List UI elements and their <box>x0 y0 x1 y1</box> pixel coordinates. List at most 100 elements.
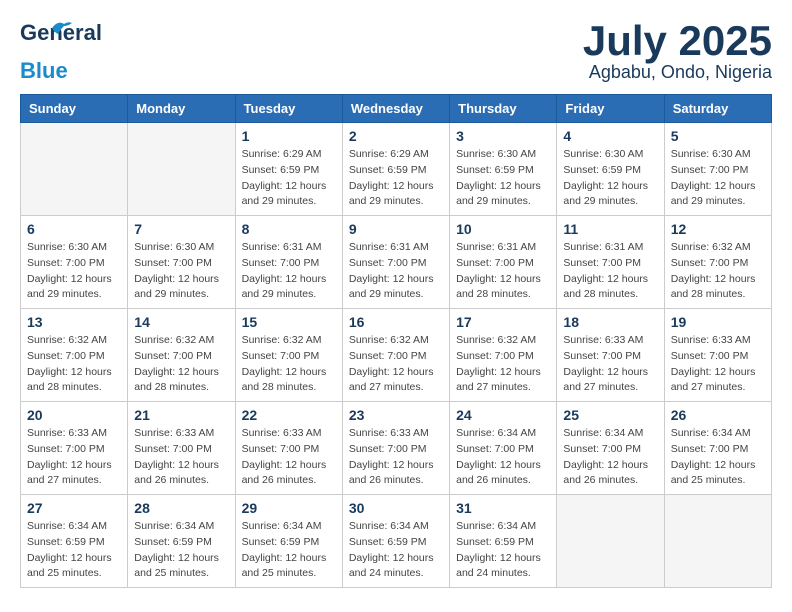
calendar-day: 20 Sunrise: 6:33 AM Sunset: 7:00 PM Dayli… <box>21 402 128 495</box>
day-info: Sunrise: 6:34 AM Sunset: 7:00 PM Dayligh… <box>456 426 550 489</box>
day-number: 16 <box>349 314 443 330</box>
page-header: General Blue July 2025 Agbabu, Ondo, Nig… <box>20 20 772 84</box>
calendar-day: 24 Sunrise: 6:34 AM Sunset: 7:00 PM Dayli… <box>450 402 557 495</box>
calendar-day: 21 Sunrise: 6:33 AM Sunset: 7:00 PM Dayli… <box>128 402 235 495</box>
day-number: 13 <box>27 314 121 330</box>
calendar-day: 6 Sunrise: 6:30 AM Sunset: 7:00 PM Daylig… <box>21 216 128 309</box>
weekday-header-row: SundayMondayTuesdayWednesdayThursdayFrid… <box>21 95 772 123</box>
calendar-day: 23 Sunrise: 6:33 AM Sunset: 7:00 PM Dayli… <box>342 402 449 495</box>
day-number: 20 <box>27 407 121 423</box>
calendar-day: 29 Sunrise: 6:34 AM Sunset: 6:59 PM Dayli… <box>235 495 342 588</box>
day-info: Sunrise: 6:33 AM Sunset: 7:00 PM Dayligh… <box>27 426 121 489</box>
week-row: 1Sunrise: 6:29 AM Sunset: 6:59 PM Daylig… <box>21 123 772 216</box>
day-info: Sunrise: 6:32 AM Sunset: 7:00 PM Dayligh… <box>27 333 121 396</box>
day-info: Sunrise: 6:34 AM Sunset: 7:00 PM Dayligh… <box>671 426 765 489</box>
weekday-header: Friday <box>557 95 664 123</box>
calendar-table: SundayMondayTuesdayWednesdayThursdayFrid… <box>20 94 772 588</box>
day-number: 29 <box>242 500 336 516</box>
day-info: Sunrise: 6:34 AM Sunset: 6:59 PM Dayligh… <box>134 519 228 582</box>
calendar-day: 27Sunrise: 6:34 AM Sunset: 6:59 PM Dayli… <box>21 495 128 588</box>
calendar-day: 15 Sunrise: 6:32 AM Sunset: 7:00 PM Dayli… <box>235 309 342 402</box>
calendar-day: 16 Sunrise: 6:32 AM Sunset: 7:00 PM Dayli… <box>342 309 449 402</box>
calendar-day: 31Sunrise: 6:34 AM Sunset: 6:59 PM Dayli… <box>450 495 557 588</box>
day-number: 6 <box>27 221 121 237</box>
logo: General Blue <box>20 20 68 84</box>
day-info: Sunrise: 6:30 AM Sunset: 7:00 PM Dayligh… <box>134 240 228 303</box>
weekday-header: Wednesday <box>342 95 449 123</box>
day-number: 4 <box>563 128 657 144</box>
day-number: 22 <box>242 407 336 423</box>
day-number: 14 <box>134 314 228 330</box>
calendar-day: 8Sunrise: 6:31 AM Sunset: 7:00 PM Daylig… <box>235 216 342 309</box>
day-info: Sunrise: 6:34 AM Sunset: 6:59 PM Dayligh… <box>27 519 121 582</box>
day-number: 5 <box>671 128 765 144</box>
week-row: 13 Sunrise: 6:32 AM Sunset: 7:00 PM Dayli… <box>21 309 772 402</box>
day-info: Sunrise: 6:32 AM Sunset: 7:00 PM Dayligh… <box>349 333 443 396</box>
calendar-day <box>128 123 235 216</box>
day-info: Sunrise: 6:30 AM Sunset: 6:59 PM Dayligh… <box>563 147 657 210</box>
day-number: 17 <box>456 314 550 330</box>
day-info: Sunrise: 6:32 AM Sunset: 7:00 PM Dayligh… <box>242 333 336 396</box>
weekday-header: Monday <box>128 95 235 123</box>
day-info: Sunrise: 6:30 AM Sunset: 7:00 PM Dayligh… <box>671 147 765 210</box>
day-info: Sunrise: 6:31 AM Sunset: 7:00 PM Dayligh… <box>242 240 336 303</box>
day-number: 10 <box>456 221 550 237</box>
day-number: 28 <box>134 500 228 516</box>
day-number: 7 <box>134 221 228 237</box>
day-info: Sunrise: 6:33 AM Sunset: 7:00 PM Dayligh… <box>242 426 336 489</box>
day-info: Sunrise: 6:34 AM Sunset: 7:00 PM Dayligh… <box>563 426 657 489</box>
logo-bird-icon <box>50 20 72 38</box>
day-number: 15 <box>242 314 336 330</box>
calendar-day: 26 Sunrise: 6:34 AM Sunset: 7:00 PM Dayli… <box>664 402 771 495</box>
location-subtitle: Agbabu, Ondo, Nigeria <box>583 62 772 83</box>
calendar-day: 13 Sunrise: 6:32 AM Sunset: 7:00 PM Dayli… <box>21 309 128 402</box>
calendar-day: 7 Sunrise: 6:30 AM Sunset: 7:00 PM Daylig… <box>128 216 235 309</box>
day-number: 18 <box>563 314 657 330</box>
day-number: 21 <box>134 407 228 423</box>
day-number: 26 <box>671 407 765 423</box>
calendar-day: 18 Sunrise: 6:33 AM Sunset: 7:00 PM Dayli… <box>557 309 664 402</box>
week-row: 27Sunrise: 6:34 AM Sunset: 6:59 PM Dayli… <box>21 495 772 588</box>
calendar-day: 4 Sunrise: 6:30 AM Sunset: 6:59 PM Daylig… <box>557 123 664 216</box>
day-number: 24 <box>456 407 550 423</box>
day-info: Sunrise: 6:29 AM Sunset: 6:59 PM Dayligh… <box>242 147 336 210</box>
day-info: Sunrise: 6:30 AM Sunset: 7:00 PM Dayligh… <box>27 240 121 303</box>
weekday-header: Tuesday <box>235 95 342 123</box>
day-number: 2 <box>349 128 443 144</box>
title-block: July 2025 Agbabu, Ondo, Nigeria <box>583 20 772 83</box>
month-title: July 2025 <box>583 20 772 62</box>
calendar-day: 25Sunrise: 6:34 AM Sunset: 7:00 PM Dayli… <box>557 402 664 495</box>
day-info: Sunrise: 6:29 AM Sunset: 6:59 PM Dayligh… <box>349 147 443 210</box>
week-row: 6 Sunrise: 6:30 AM Sunset: 7:00 PM Daylig… <box>21 216 772 309</box>
weekday-header: Saturday <box>664 95 771 123</box>
day-info: Sunrise: 6:34 AM Sunset: 6:59 PM Dayligh… <box>349 519 443 582</box>
calendar-day <box>557 495 664 588</box>
day-info: Sunrise: 6:31 AM Sunset: 7:00 PM Dayligh… <box>456 240 550 303</box>
calendar-day: 1Sunrise: 6:29 AM Sunset: 6:59 PM Daylig… <box>235 123 342 216</box>
calendar-day: 17Sunrise: 6:32 AM Sunset: 7:00 PM Dayli… <box>450 309 557 402</box>
day-info: Sunrise: 6:32 AM Sunset: 7:00 PM Dayligh… <box>671 240 765 303</box>
calendar-day: 2 Sunrise: 6:29 AM Sunset: 6:59 PM Daylig… <box>342 123 449 216</box>
day-info: Sunrise: 6:33 AM Sunset: 7:00 PM Dayligh… <box>563 333 657 396</box>
day-number: 23 <box>349 407 443 423</box>
day-info: Sunrise: 6:31 AM Sunset: 7:00 PM Dayligh… <box>563 240 657 303</box>
day-info: Sunrise: 6:33 AM Sunset: 7:00 PM Dayligh… <box>349 426 443 489</box>
day-info: Sunrise: 6:33 AM Sunset: 7:00 PM Dayligh… <box>134 426 228 489</box>
day-number: 3 <box>456 128 550 144</box>
day-number: 11 <box>563 221 657 237</box>
calendar-day: 11 Sunrise: 6:31 AM Sunset: 7:00 PM Dayli… <box>557 216 664 309</box>
weekday-header: Thursday <box>450 95 557 123</box>
day-info: Sunrise: 6:30 AM Sunset: 6:59 PM Dayligh… <box>456 147 550 210</box>
weekday-header: Sunday <box>21 95 128 123</box>
calendar-day: 22 Sunrise: 6:33 AM Sunset: 7:00 PM Dayli… <box>235 402 342 495</box>
logo-blue: Blue <box>20 58 68 84</box>
week-row: 20 Sunrise: 6:33 AM Sunset: 7:00 PM Dayli… <box>21 402 772 495</box>
calendar-day <box>21 123 128 216</box>
calendar-day: 14Sunrise: 6:32 AM Sunset: 7:00 PM Dayli… <box>128 309 235 402</box>
calendar-day <box>664 495 771 588</box>
calendar-day: 12Sunrise: 6:32 AM Sunset: 7:00 PM Dayli… <box>664 216 771 309</box>
day-number: 9 <box>349 221 443 237</box>
calendar-day: 5 Sunrise: 6:30 AM Sunset: 7:00 PM Daylig… <box>664 123 771 216</box>
day-info: Sunrise: 6:33 AM Sunset: 7:00 PM Dayligh… <box>671 333 765 396</box>
day-info: Sunrise: 6:34 AM Sunset: 6:59 PM Dayligh… <box>242 519 336 582</box>
